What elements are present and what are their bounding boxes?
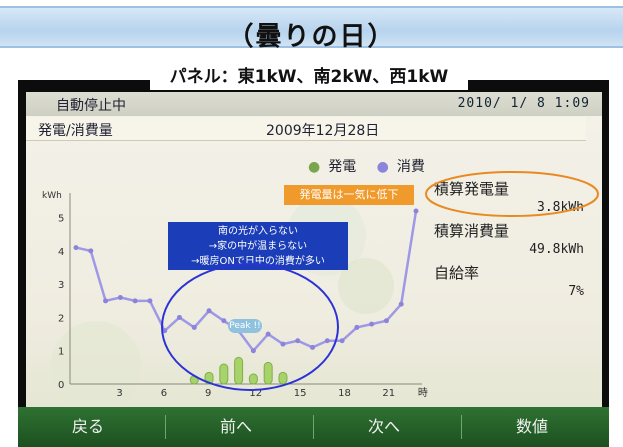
generation-bar <box>204 371 214 385</box>
self-sufficiency-label: 自給率 <box>434 264 480 282</box>
status-text: 自動停止中 <box>56 98 126 114</box>
consumption-point <box>147 298 153 304</box>
generation-bar <box>219 363 229 385</box>
title-row: 発電/消費量 2009年12月28日 <box>26 117 586 141</box>
x-tick-label: 9 <box>205 388 211 399</box>
generation-bar <box>248 373 258 385</box>
consumption-point <box>324 338 330 344</box>
x-tick-label: 3 <box>116 388 122 399</box>
y-tick-label: 2 <box>58 313 64 324</box>
y-unit-label: kWh <box>42 191 62 201</box>
x-tick-label: 6 <box>161 388 167 399</box>
peak-badge: Peak !! <box>228 319 262 333</box>
generation-bar <box>189 375 199 385</box>
consumption-point <box>295 338 301 344</box>
consumption-point <box>398 301 404 307</box>
consumption-point <box>206 308 212 314</box>
generation-bar <box>278 371 288 385</box>
generation-dot-icon: ● <box>308 159 321 175</box>
y-tick-label: 0 <box>58 380 64 391</box>
consumption-point <box>413 208 419 214</box>
chart-legend: ● 発電 ● 消費 <box>308 156 441 176</box>
y-tick-label: 1 <box>58 347 64 358</box>
panel-caption: パネル：東1kW、南2kW、西1kW <box>150 64 468 90</box>
values-button[interactable]: 数値 <box>462 407 602 447</box>
y-tick-label: 4 <box>58 247 64 258</box>
consumption-point <box>176 314 182 320</box>
consumption-dot-icon: ● <box>376 159 389 175</box>
banner: （曇りの日） <box>0 6 623 52</box>
y-tick-label: 5 <box>58 214 64 225</box>
consumption-point <box>383 318 389 324</box>
x-tick-label: 21 <box>382 388 395 399</box>
legend-consumption: ● 消費 <box>376 159 425 175</box>
status-bar: 自動停止中 2010/ 1/ 8 1:09 <box>26 92 602 116</box>
south-light-note: 南の光が入らない →家の中が温まらない →暖房ONで日中の消費が多い <box>168 222 348 270</box>
use-total-value: 49.8kWh <box>529 242 584 257</box>
use-total-label: 積算消費量 <box>434 222 510 240</box>
generation-bar <box>234 356 244 385</box>
consumption-point <box>103 298 109 304</box>
generation-drop-note: 発電量は一気に低下 <box>284 185 414 205</box>
summary-panel: 積算発電量 3.8kWh 積算消費量 49.8kWh 自給率 7% <box>434 178 584 304</box>
generation-bar <box>263 361 273 385</box>
next-button[interactable]: 次へ <box>314 407 454 447</box>
consumption-point <box>221 318 227 324</box>
consumption-point <box>354 324 360 330</box>
gen-total-value: 3.8kWh <box>537 200 584 215</box>
banner-title: （曇りの日） <box>227 22 396 52</box>
x-tick-label: 時 <box>418 387 428 399</box>
note-line-1: 南の光が入らない <box>218 226 298 237</box>
note-line-3: →暖房ONで日中の消費が多い <box>191 256 325 267</box>
consumption-point <box>250 348 256 354</box>
legend-generation: ● 発電 <box>308 159 357 175</box>
x-tick-label: 15 <box>294 388 307 399</box>
self-sufficiency-value: 7% <box>568 284 584 299</box>
back-button[interactable]: 戻る <box>18 407 158 447</box>
consumption-point <box>310 344 316 350</box>
consumption-point <box>88 248 94 254</box>
consumption-point <box>265 331 271 337</box>
screen-title: 発電/消費量 <box>38 123 113 139</box>
consumption-point <box>191 324 197 330</box>
x-tick-label: 12 <box>249 388 262 399</box>
period-label: 2009年12月28日 <box>266 123 380 139</box>
consumption-point <box>162 328 168 334</box>
consumption-point <box>369 321 375 327</box>
consumption-point <box>73 245 79 251</box>
consumption-point <box>132 298 138 304</box>
datetime: 2010/ 1/ 8 1:09 <box>457 96 590 111</box>
softkey-bar: 戻る 前へ 次へ 数値 <box>18 407 609 447</box>
consumption-point <box>280 341 286 347</box>
consumption-point <box>339 338 345 344</box>
note-line-2: →家の中が温まらない <box>208 241 308 252</box>
prev-button[interactable]: 前へ <box>166 407 306 447</box>
consumption-point <box>117 294 123 300</box>
gen-total-label: 積算発電量 <box>434 180 510 198</box>
y-tick-label: 3 <box>58 280 64 291</box>
usage-chart: kWh0123453 6 9 12 15 18 21 時 <box>42 191 428 411</box>
x-tick-label: 18 <box>338 388 351 399</box>
